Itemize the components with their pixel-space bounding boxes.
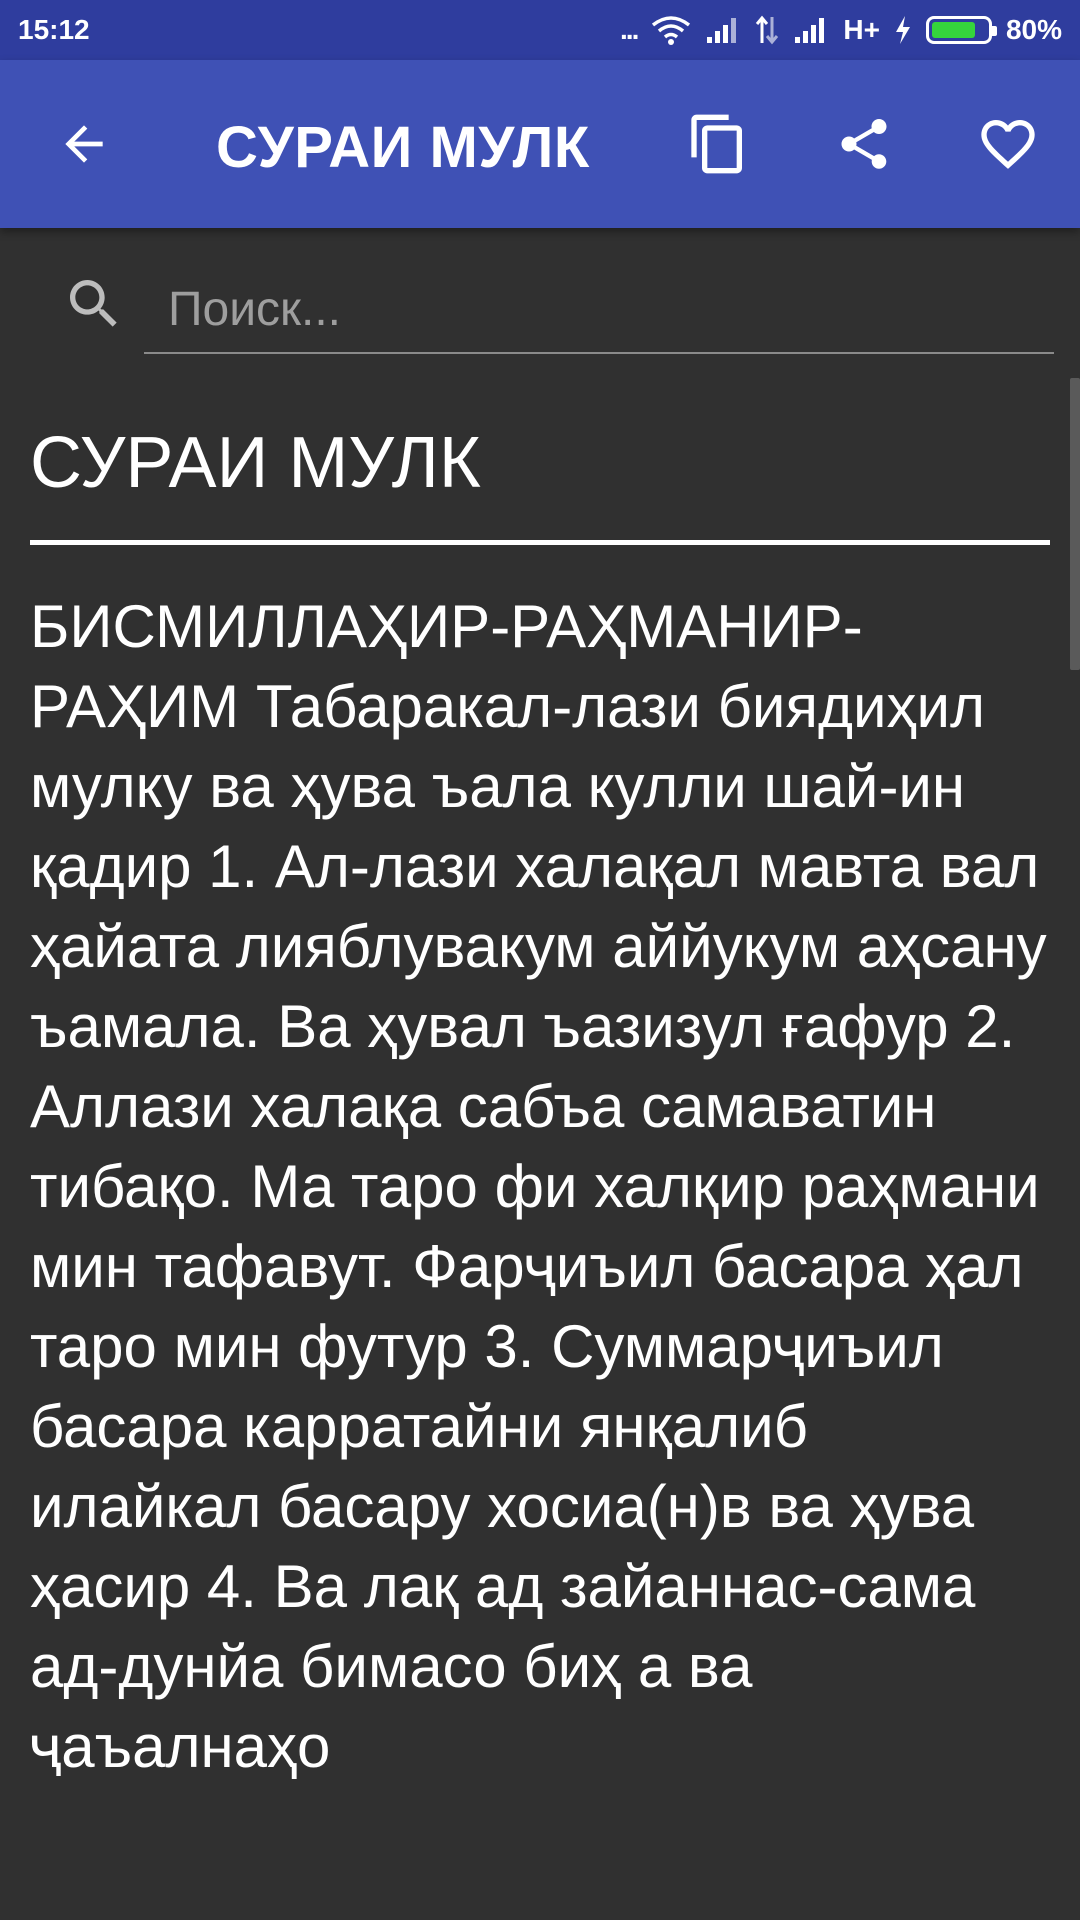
signal-icon-1 — [707, 18, 737, 43]
surah-title: СУРАИ МУЛК — [30, 423, 481, 503]
scrollbar-thumb[interactable] — [1070, 378, 1080, 670]
status-icons: ... H+ 80% — [620, 14, 1062, 46]
more-dots: ... — [620, 14, 639, 45]
surah-text: БИСМИЛЛАҲИР-РАҲМАНИР-РАҲИМ Табаракал-лаз… — [30, 593, 1047, 1780]
network-type: H+ — [843, 14, 880, 45]
share-icon — [841, 119, 887, 169]
wifi-icon — [652, 16, 691, 45]
title-divider — [30, 540, 1050, 545]
signal-icon-2 — [795, 18, 825, 43]
battery-icon — [925, 16, 997, 44]
battery-level — [931, 22, 976, 38]
status-time: 15:12 — [18, 14, 90, 45]
search-icon — [70, 280, 117, 327]
surah-content: СУРАИ МУЛК БИСМИЛЛАҲИР-РАҲМАНИР-РАҲИМ Та… — [30, 420, 1050, 1787]
search-bar — [0, 228, 1080, 378]
page-title: СУРАИ МУЛК — [216, 115, 590, 180]
favorite-button[interactable] — [958, 94, 1058, 194]
app-bar: СУРАИ МУЛК — [0, 60, 1080, 228]
copy-button[interactable] — [668, 94, 768, 194]
back-button[interactable] — [34, 94, 134, 194]
battery-percent: 80% — [1005, 14, 1062, 45]
data-transfer-icon — [756, 15, 779, 45]
status-bar: 15:12 ... H+ 80% — [0, 0, 1080, 60]
search-input[interactable] — [144, 266, 1054, 354]
copy-icon — [691, 114, 742, 174]
heart-outline-icon — [981, 120, 1035, 169]
share-button[interactable] — [814, 94, 914, 194]
charging-icon — [895, 16, 910, 44]
arrow-left-icon — [65, 125, 103, 163]
